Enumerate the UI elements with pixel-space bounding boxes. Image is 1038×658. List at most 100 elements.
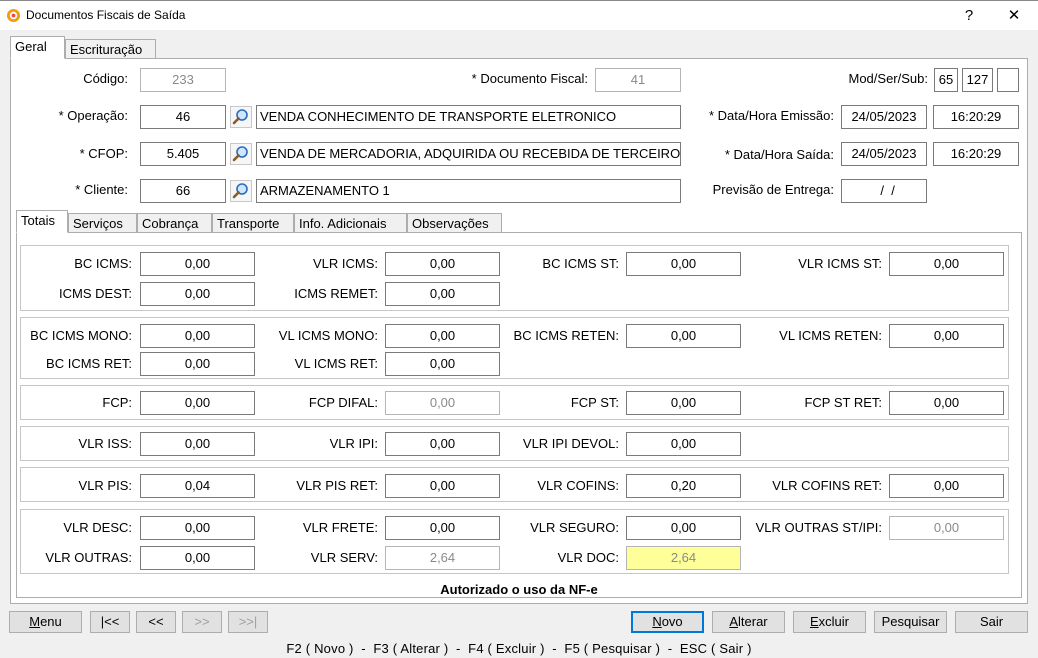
vl-icms-ret-field[interactable]: 0,00	[385, 352, 500, 376]
bc-icms-st-field[interactable]: 0,00	[626, 252, 741, 276]
vlr-iss-field[interactable]: 0,00	[140, 432, 255, 456]
codigo-label: Código:	[83, 71, 128, 86]
vlr-cofins-ret-label: VLR COFINS RET:	[772, 478, 882, 493]
operacao-search-button[interactable]	[230, 106, 252, 128]
menu-hotkey: M	[29, 614, 41, 629]
fcp-st-ret-field[interactable]: 0,00	[889, 391, 1004, 415]
cliente-code-field[interactable]: 66	[140, 179, 226, 203]
excluir-label: xcluir	[818, 614, 849, 629]
vlr-icms-field[interactable]: 0,00	[385, 252, 500, 276]
cfop-search-button[interactable]	[230, 143, 252, 165]
fcp-difal-field[interactable]: 0,00	[385, 391, 500, 415]
data-saida-field[interactable]: 24/05/2023	[841, 142, 927, 166]
vlr-cofins-ret-field[interactable]: 0,00	[889, 474, 1004, 498]
magnifier-icon	[232, 183, 248, 199]
cliente-desc-field[interactable]: ARMAZENAMENTO 1	[256, 179, 681, 203]
ser-field[interactable]: 127	[962, 68, 993, 92]
fcp-difal-label: FCP DIFAL:	[308, 395, 378, 410]
vlr-serv-field[interactable]: 2,64	[385, 546, 500, 570]
fcp-st-ret-label: FCP ST RET:	[804, 395, 882, 410]
tab-info-adicionais[interactable]: Info. Adicionais	[294, 213, 407, 233]
operacao-desc-field[interactable]: VENDA CONHECIMENTO DE TRANSPORTE ELETRON…	[256, 105, 681, 129]
vl-icms-reten-label: VL ICMS RETEN:	[779, 328, 882, 343]
tab-transporte[interactable]: Transporte	[212, 213, 294, 233]
bc-icms-reten-field[interactable]: 0,00	[626, 324, 741, 348]
sub-field[interactable]	[997, 68, 1019, 92]
operacao-code-field[interactable]: 46	[140, 105, 226, 129]
bc-icms-mono-field[interactable]: 0,00	[140, 324, 255, 348]
vl-icms-reten-field[interactable]: 0,00	[889, 324, 1004, 348]
vlr-frete-field[interactable]: 0,00	[385, 516, 500, 540]
vlr-iss-label: VLR ISS:	[78, 436, 132, 451]
vlr-ipi-devol-label: VLR IPI DEVOL:	[522, 436, 619, 451]
close-button[interactable]: ✕	[992, 4, 1036, 28]
icms-dest-field[interactable]: 0,00	[140, 282, 255, 306]
first-record-button[interactable]: |<<	[90, 611, 130, 633]
tab-observacoes[interactable]: Observações	[407, 213, 502, 233]
hora-emissao-field[interactable]: 16:20:29	[933, 105, 1019, 129]
vlr-icms-label: VLR ICMS:	[312, 256, 378, 271]
icms-remet-field[interactable]: 0,00	[385, 282, 500, 306]
tab-escrituracao[interactable]: Escrituração	[65, 39, 156, 59]
pesquisar-button[interactable]: Pesquisar	[874, 611, 947, 633]
alterar-hotkey: A	[729, 614, 739, 629]
alterar-button[interactable]: Alterar	[712, 611, 785, 633]
vlr-seguro-label: VLR SEGURO:	[530, 520, 619, 535]
vl-icms-mono-field[interactable]: 0,00	[385, 324, 500, 348]
menu-button[interactable]: Menu	[9, 611, 82, 633]
bc-icms-ret-field[interactable]: 0,00	[140, 352, 255, 376]
alterar-label: lterar	[738, 614, 768, 629]
vlr-outras-field[interactable]: 0,00	[140, 546, 255, 570]
vlr-outras-st-ipi-field[interactable]: 0,00	[889, 516, 1004, 540]
vlr-doc-field[interactable]: 2,64	[626, 546, 741, 570]
vlr-outras-label: VLR OUTRAS:	[45, 550, 132, 565]
vlr-ipi-field[interactable]: 0,00	[385, 432, 500, 456]
codigo-field[interactable]: 233	[140, 68, 226, 92]
bc-icms-ret-label: BC ICMS RET:	[46, 356, 132, 371]
shortcut-hints: F2 ( Novo ) - F3 ( Alterar ) - F4 ( Excl…	[286, 641, 752, 656]
vlr-icms-st-label: VLR ICMS ST:	[798, 256, 882, 271]
cfop-desc-field[interactable]: VENDA DE MERCADORIA, ADQUIRIDA OU RECEBI…	[256, 142, 681, 166]
bc-icms-mono-label: BC ICMS MONO:	[30, 328, 132, 343]
tab-cobranca[interactable]: Cobrança	[137, 213, 212, 233]
prev-record-button[interactable]: <<	[136, 611, 176, 633]
vlr-desc-label: VLR DESC:	[63, 520, 132, 535]
vlr-cofins-field[interactable]: 0,20	[626, 474, 741, 498]
vlr-desc-field[interactable]: 0,00	[140, 516, 255, 540]
vlr-icms-st-field[interactable]: 0,00	[889, 252, 1004, 276]
bc-icms-st-label: BC ICMS ST:	[542, 256, 619, 271]
next-record-button[interactable]: >>	[182, 611, 222, 633]
tab-geral[interactable]: Geral	[10, 36, 65, 59]
vlr-ipi-devol-field[interactable]: 0,00	[626, 432, 741, 456]
previsao-entrega-field[interactable]: / /	[841, 179, 927, 203]
tab-totais[interactable]: Totais	[16, 210, 68, 233]
fcp-st-field[interactable]: 0,00	[626, 391, 741, 415]
vlr-ipi-label: VLR IPI:	[329, 436, 378, 451]
vlr-pis-label: VLR PIS:	[78, 478, 132, 493]
novo-hotkey: N	[652, 614, 662, 629]
cfop-label: * CFOP:	[79, 146, 128, 161]
vlr-seguro-field[interactable]: 0,00	[626, 516, 741, 540]
mod-field[interactable]: 65	[934, 68, 958, 92]
vlr-pis-ret-field[interactable]: 0,00	[385, 474, 500, 498]
excluir-hotkey: E	[809, 614, 819, 629]
magnifier-icon	[232, 109, 248, 125]
icms-dest-label: ICMS DEST:	[59, 286, 132, 301]
novo-button[interactable]: Novo	[631, 611, 704, 633]
fcp-field[interactable]: 0,00	[140, 391, 255, 415]
documento-fiscal-label: * Documento Fiscal:	[471, 71, 588, 86]
tab-servicos[interactable]: Serviços	[68, 213, 137, 233]
fcp-label: FCP:	[102, 395, 132, 410]
data-emissao-field[interactable]: 24/05/2023	[841, 105, 927, 129]
bc-icms-field[interactable]: 0,00	[140, 252, 255, 276]
cliente-search-button[interactable]	[230, 180, 252, 202]
cfop-code-field[interactable]: 5.405	[140, 142, 226, 166]
help-button[interactable]: ?	[947, 4, 991, 28]
excluir-button[interactable]: Excluir	[793, 611, 866, 633]
sair-button[interactable]: Sair	[955, 611, 1028, 633]
cliente-label: * Cliente:	[75, 182, 128, 197]
last-record-button[interactable]: >>|	[228, 611, 268, 633]
documento-fiscal-field[interactable]: 41	[595, 68, 681, 92]
vlr-pis-field[interactable]: 0,04	[140, 474, 255, 498]
hora-saida-field[interactable]: 16:20:29	[933, 142, 1019, 166]
